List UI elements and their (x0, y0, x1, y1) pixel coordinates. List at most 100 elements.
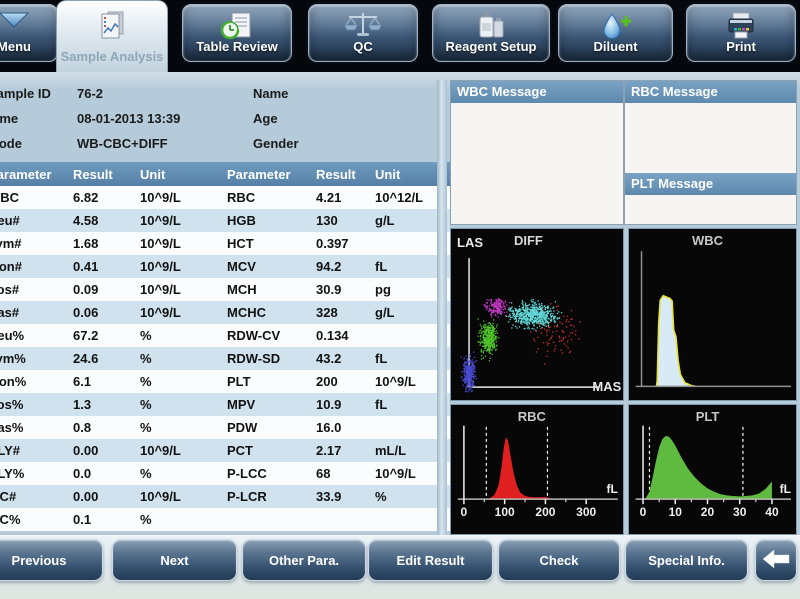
table-review-icon (220, 11, 254, 46)
param-cell: WBC (0, 190, 20, 205)
param-cell: LIC% (0, 512, 21, 527)
unit-cell: 10^9/L (140, 282, 181, 297)
svg-text:300: 300 (576, 505, 596, 519)
param-cell: HGB (227, 213, 256, 228)
svg-text:40: 40 (765, 505, 779, 519)
diluent-button[interactable]: Diluent (558, 4, 673, 62)
unit-cell: 10^9/L (140, 190, 181, 205)
svg-text:0: 0 (461, 505, 468, 519)
param-cell: RDW-CV (227, 328, 281, 343)
result-cell: 0.397 (316, 236, 349, 251)
result-cell: 0.41 (73, 259, 99, 274)
back-arrow-button[interactable] (755, 539, 797, 581)
param-cell: Neu# (0, 213, 20, 228)
mode-label: Mode (0, 136, 22, 151)
result-cell: 1.3 (73, 397, 92, 412)
param-cell: PLT (227, 374, 251, 389)
param-cell: ALY# (0, 443, 21, 458)
table-row: Neu% 67.2% RDW-CV 0.134 (0, 324, 450, 347)
unit-cell: % (140, 420, 152, 435)
check-button[interactable]: Check (498, 539, 620, 581)
print-button[interactable]: Print (686, 4, 796, 62)
previous-button[interactable]: Previous (0, 539, 103, 581)
param-cell: PDW (227, 420, 258, 435)
unit-cell: 10^9/L (140, 489, 181, 504)
result-cell: 24.6 (73, 351, 99, 366)
result-cell: 0.0 (73, 466, 92, 481)
unit-cell: Unit (140, 166, 166, 182)
table-row: ALY#0.0010^9/LPCT2.17mL/L (0, 439, 450, 462)
result-cell: 0.09 (73, 282, 99, 297)
svg-text:MAS: MAS (592, 379, 621, 394)
table-row: Bas#0.0610^9/LMCHC328g/L (0, 301, 450, 324)
table-review-button[interactable]: Table Review (182, 4, 292, 62)
param-cell: Lym# (0, 236, 22, 251)
svg-text:30: 30 (733, 505, 747, 519)
result-cell: 130 (316, 213, 338, 228)
next-button[interactable]: Next (112, 539, 237, 581)
result-cell: 0.00 (73, 443, 99, 458)
result-cell: Result (73, 166, 113, 182)
menu-label: Menu (0, 39, 31, 54)
sample-analysis-icon (95, 9, 129, 46)
unit-cell: 10^9/L (140, 213, 181, 228)
table-row: Bas% 0.8% PDW 16.0 (0, 416, 450, 439)
unit-cell: 10^9/L (140, 236, 181, 251)
result-cell: 6.82 (73, 190, 99, 205)
svg-text:20: 20 (701, 505, 715, 519)
sample-id-value: 76-2 (77, 86, 104, 101)
table-row: Eos#0.0910^9/LMCH30.9pg (0, 278, 450, 301)
param-cell: Eos# (0, 282, 20, 297)
param-cell: Parameter (227, 166, 291, 182)
rbc-message-header: RBC Message (625, 81, 796, 103)
unit-cell: 10^9/L (140, 259, 181, 274)
unit-cell: % (140, 351, 152, 366)
result-cell: 68 (316, 466, 331, 481)
svg-text:WBC: WBC (692, 233, 724, 248)
reagent-bottles-icon (476, 11, 506, 46)
result-cell: 0.134 (316, 328, 349, 343)
param-cell: Lym% (0, 351, 26, 366)
svg-text:200: 200 (535, 505, 555, 519)
svg-text:0: 0 (640, 505, 647, 519)
menu-button[interactable]: Menu (0, 4, 58, 62)
qc-button[interactable]: QC (308, 4, 418, 62)
time-label: Time (0, 111, 19, 126)
result-cell: 4.58 (73, 213, 99, 228)
unit-cell: 10^9/L (140, 443, 181, 458)
table-row: Mon%6.1%PLT20010^9/L (0, 370, 450, 393)
result-cell: Result (316, 166, 356, 182)
unit-cell: % (140, 512, 152, 527)
wbc-histogram-svg: WBC (635, 233, 791, 388)
sample-id-label: Sample ID (0, 86, 51, 101)
table-row: LIC% 0.1% (0, 508, 450, 531)
special-info-button[interactable]: Special Info. (625, 539, 748, 581)
param-cell: P-LCR (227, 489, 267, 504)
param-cell: PCT (227, 443, 253, 458)
tab-sample-analysis[interactable]: Sample Analysis (56, 0, 168, 72)
rbc-histogram[interactable]: 0 100 200 300 fL RBC (450, 404, 624, 535)
table-row: Lym%24.6%RDW-SD43.2fL (0, 347, 450, 370)
plt-message-header: PLT Message (625, 173, 796, 195)
param-cell: MCV (227, 259, 256, 274)
param-cell: MCH (227, 282, 257, 297)
table-scroll-track[interactable] (437, 80, 447, 535)
result-cell: 1.68 (73, 236, 99, 251)
diluent-drop-icon (600, 11, 632, 46)
reagent-setup-button[interactable]: Reagent Setup (432, 4, 550, 62)
param-cell: P-LCC (227, 466, 267, 481)
result-cell: 0.06 (73, 305, 99, 320)
result-cell: 16.0 (316, 420, 342, 435)
rbc-plt-message-panel: RBC Message PLT Message (624, 80, 797, 225)
plt-histogram[interactable]: 0 10 20 30 40 fL PLT (628, 404, 797, 535)
param-cell: MPV (227, 397, 256, 412)
print-icon (725, 11, 757, 46)
edit-result-button[interactable]: Edit Result (368, 539, 493, 581)
other-para-button[interactable]: Other Para. (242, 539, 366, 581)
result-cell: 200 (316, 374, 338, 389)
wbc-message-header: WBC Message (451, 81, 623, 103)
wbc-histogram[interactable]: WBC (628, 228, 797, 401)
unit-cell: % (140, 397, 152, 412)
diff-scattergram[interactable]: LAS DIFF MAS (450, 228, 624, 401)
result-cell: 67.2 (73, 328, 99, 343)
